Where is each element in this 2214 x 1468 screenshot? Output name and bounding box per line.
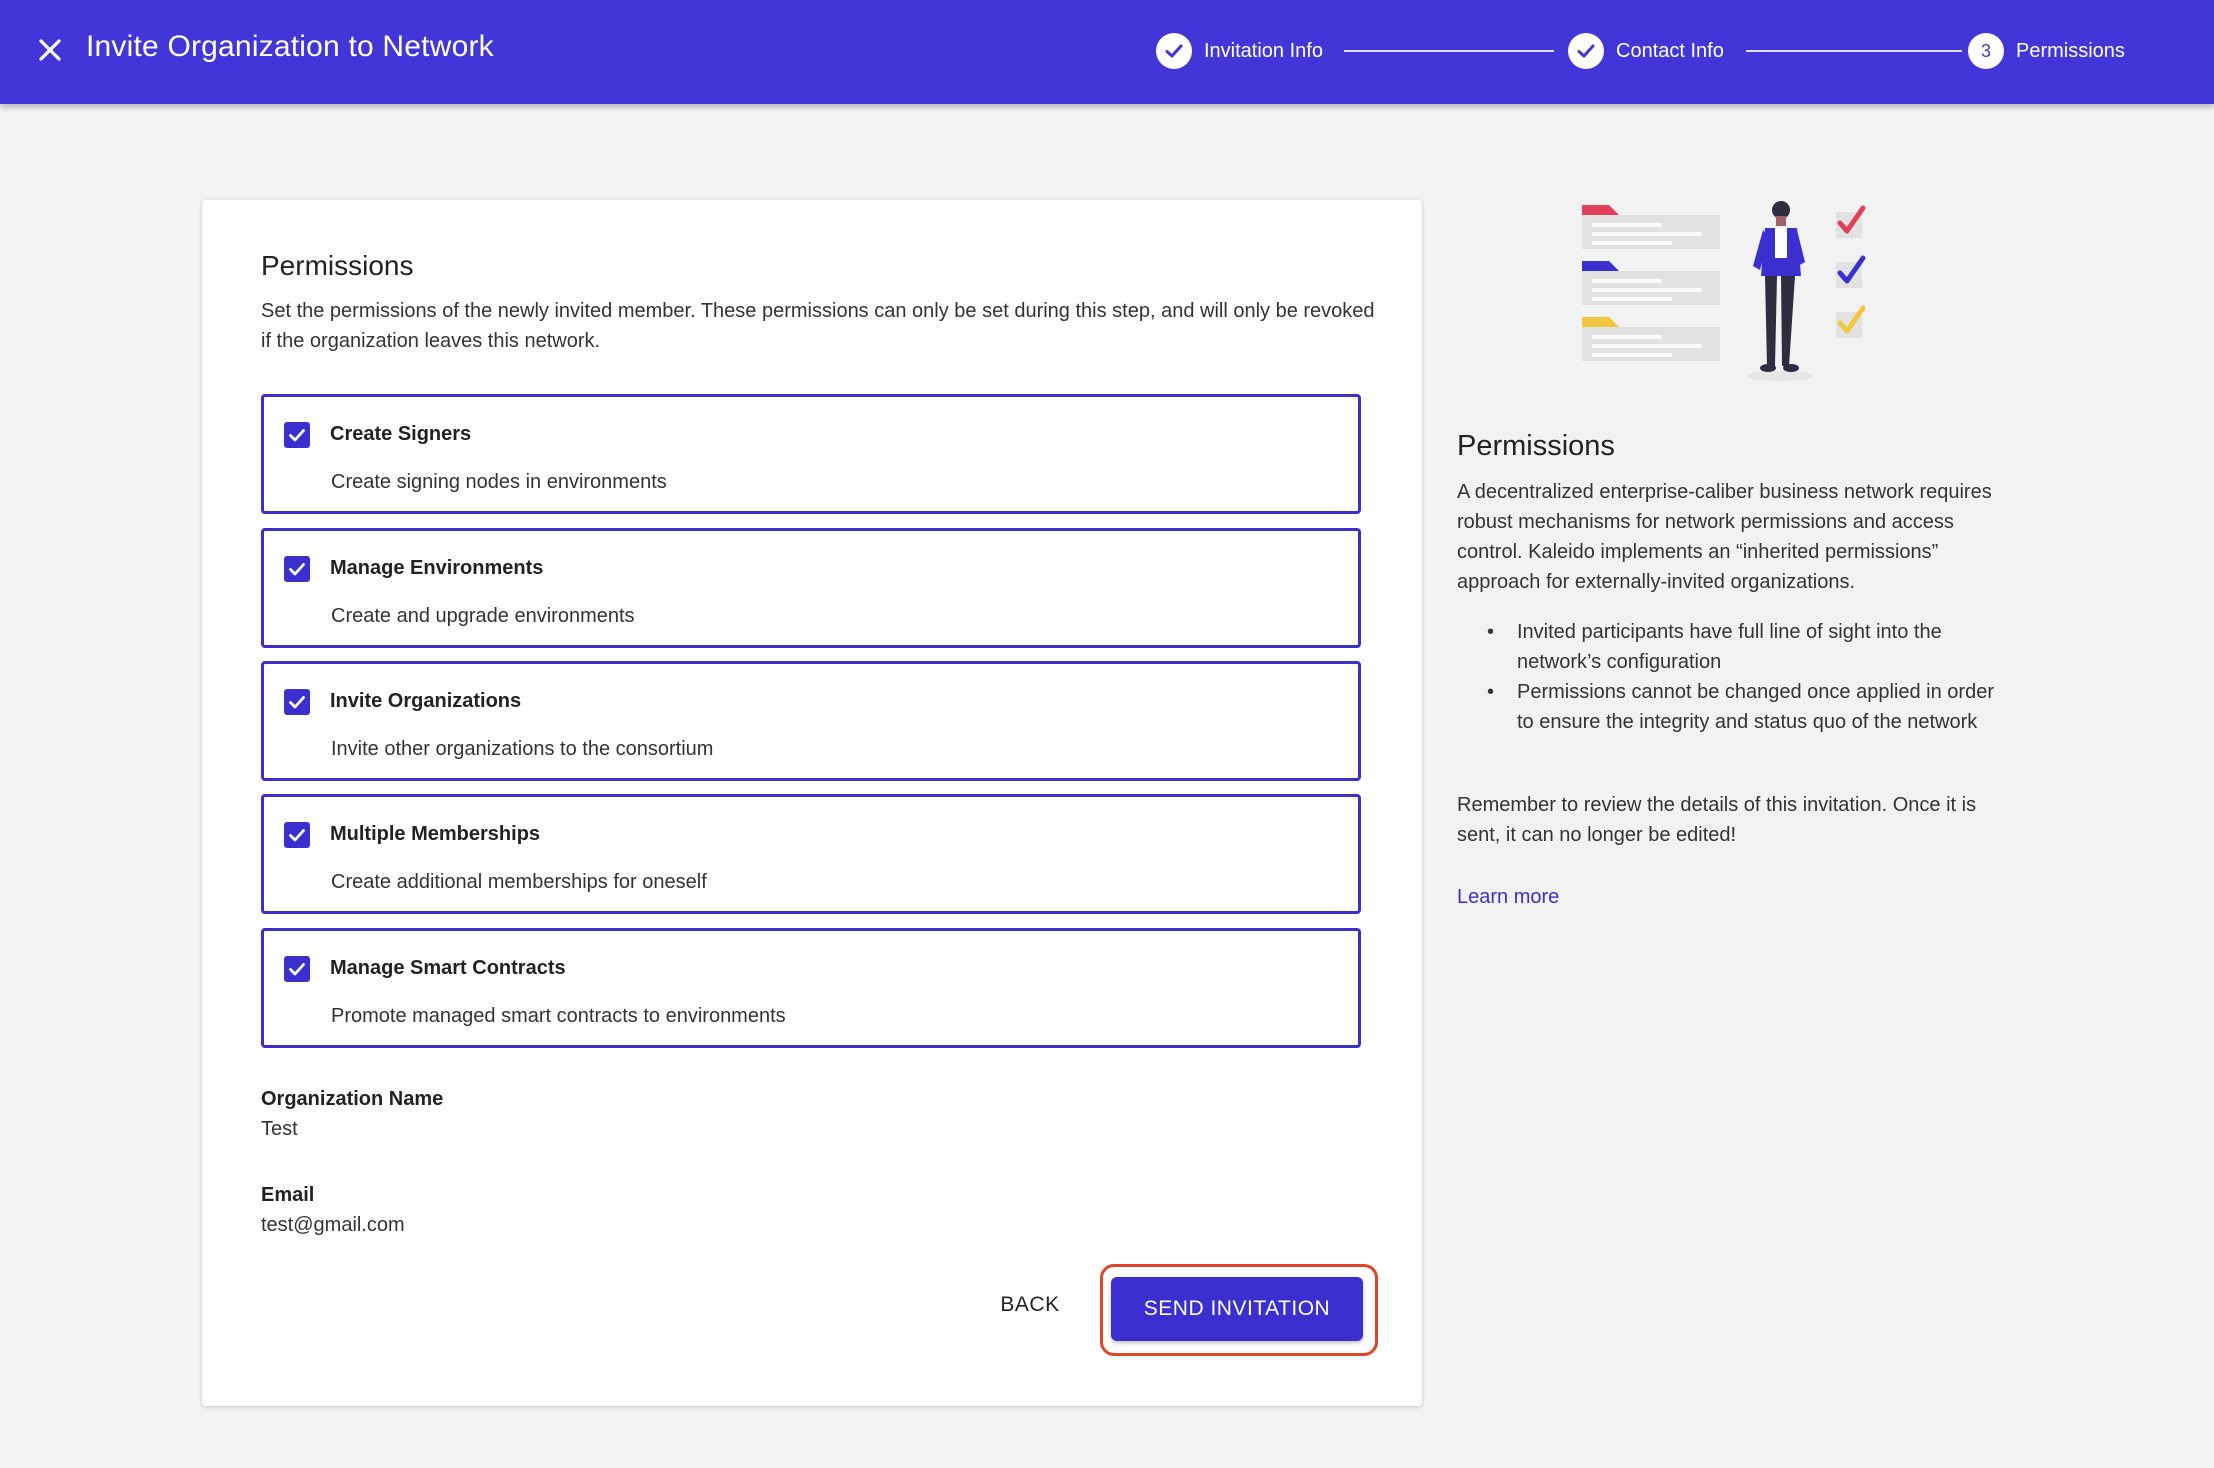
step-label: Contact Info <box>1616 39 1724 62</box>
permission-create-signers[interactable]: Create Signers Create signing nodes in e… <box>261 394 1361 514</box>
permission-title: Create Signers <box>330 423 472 445</box>
step-contact-info[interactable]: Contact Info <box>1568 31 1724 71</box>
send-invitation-button[interactable]: SEND INVITATION <box>1111 1277 1363 1341</box>
step-connector <box>1344 50 1554 52</box>
permission-manage-smart-contracts[interactable]: Manage Smart Contracts Promote managed s… <box>261 928 1361 1048</box>
permission-title: Manage Environments <box>330 557 544 579</box>
back-button[interactable]: BACK <box>982 1280 1078 1330</box>
checkbox-checked-icon[interactable] <box>284 689 310 715</box>
side-reminder: Remember to review the details of this i… <box>1457 794 1977 846</box>
permission-description: Promote managed smart contracts to envir… <box>331 1005 786 1027</box>
card-description: Set the permissions of the newly invited… <box>261 300 1375 352</box>
side-description: A decentralized enterprise-caliber busin… <box>1457 481 1992 593</box>
step-permissions[interactable]: 3 Permissions <box>1968 31 2125 71</box>
permission-multiple-memberships[interactable]: Multiple Memberships Create additional m… <box>261 794 1361 914</box>
checkbox-checked-icon[interactable] <box>284 556 310 582</box>
step-label: Permissions <box>2016 39 2125 62</box>
permission-description: Invite other organizations to the consor… <box>331 738 714 760</box>
top-app-bar: Invite Organization to Network Invitatio… <box>0 0 2214 104</box>
side-bullet-list: • Invited participants have full line of … <box>1457 617 1997 737</box>
step-number: 3 <box>1968 33 2004 69</box>
permission-title: Invite Organizations <box>330 690 522 712</box>
step-label: Invitation Info <box>1204 39 1323 62</box>
side-title: Permissions <box>1457 430 1615 462</box>
permission-manage-environments[interactable]: Manage Environments Create and upgrade e… <box>261 528 1361 648</box>
permission-description: Create signing nodes in environments <box>331 471 667 493</box>
permissions-illustration <box>1582 201 1866 381</box>
email-value: test@gmail.com <box>261 1214 405 1236</box>
org-name-value: Test <box>261 1118 298 1140</box>
check-circle-icon <box>1156 33 1192 69</box>
bullet-text: Invited participants have full line of s… <box>1517 621 1942 673</box>
stepper: Invitation Info Contact Info 3 Permissio… <box>1156 31 2156 71</box>
card-title: Permissions <box>261 250 414 281</box>
close-icon[interactable] <box>32 32 68 68</box>
step-invitation-info[interactable]: Invitation Info <box>1156 31 1323 71</box>
permission-invite-organizations[interactable]: Invite Organizations Invite other organi… <box>261 661 1361 781</box>
permission-title: Manage Smart Contracts <box>330 957 566 979</box>
step-connector <box>1746 50 1962 52</box>
learn-more-link[interactable]: Learn more <box>1457 886 1559 909</box>
email-label: Email <box>261 1184 315 1206</box>
check-circle-icon <box>1568 33 1604 69</box>
bullet-text: Permissions cannot be changed once appli… <box>1517 681 1994 733</box>
checkbox-checked-icon[interactable] <box>284 822 310 848</box>
checkbox-checked-icon[interactable] <box>284 422 310 448</box>
permission-title: Multiple Memberships <box>330 823 541 845</box>
list-item: • Permissions cannot be changed once appl… <box>1487 681 1994 733</box>
dialog-title: Invite Organization to Network <box>86 30 494 63</box>
permission-description: Create additional memberships for onesel… <box>331 871 707 893</box>
permissions-card: Permissions Set the permissions of the n… <box>202 200 1422 1406</box>
permission-description: Create and upgrade environments <box>331 605 635 627</box>
list-item: • Invited participants have full line of … <box>1487 621 1942 673</box>
org-name-label: Organization Name <box>261 1088 444 1110</box>
checkbox-checked-icon[interactable] <box>284 956 310 982</box>
